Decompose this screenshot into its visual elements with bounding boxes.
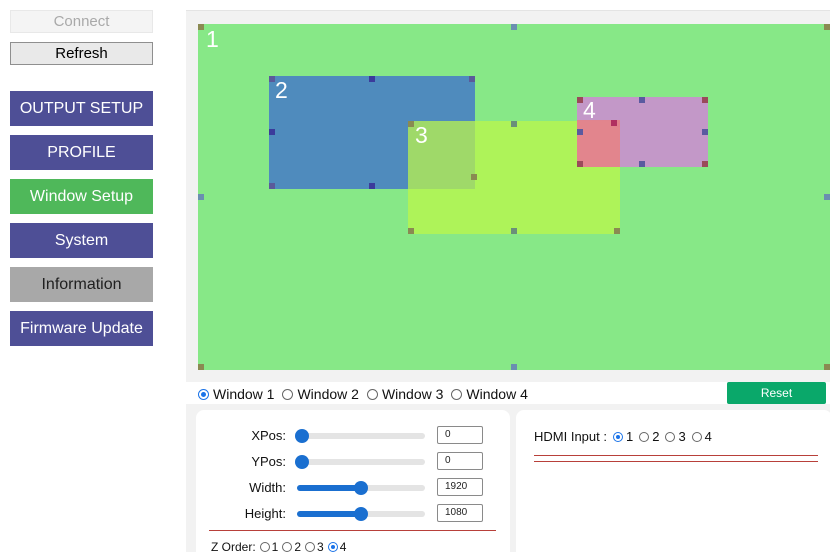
window-2-resize-handle[interactable] xyxy=(369,183,375,189)
reset-button[interactable]: Reset xyxy=(727,382,826,404)
width-slider[interactable] xyxy=(297,481,425,495)
hdmi-input-group: HDMI Input : 1 2 3 4 xyxy=(534,429,712,444)
window-1-label: 1 xyxy=(206,26,219,52)
hdmi-1-radio[interactable] xyxy=(612,431,623,442)
hdmi-4-radio[interactable] xyxy=(691,431,702,442)
window-layout-canvas[interactable]: 1 2 3 4 xyxy=(198,24,830,370)
sidebar-item-profile[interactable]: PROFILE xyxy=(10,135,153,170)
xpos-label: XPos: xyxy=(251,428,286,443)
window-3-resize-handle[interactable] xyxy=(408,121,414,127)
height-slider-fill xyxy=(297,511,361,517)
window-overlap-region xyxy=(577,120,620,167)
hdmi-1-label[interactable]: 1 xyxy=(626,429,633,444)
window-4-resize-handle[interactable] xyxy=(702,129,708,135)
height-slider[interactable] xyxy=(297,507,425,521)
window-3-resize-handle[interactable] xyxy=(614,228,620,234)
refresh-button[interactable]: Refresh xyxy=(10,42,153,65)
height-label: Height: xyxy=(244,506,286,521)
ypos-label: YPos: xyxy=(251,454,286,469)
divider xyxy=(209,530,496,531)
hdmi-4-label[interactable]: 4 xyxy=(705,429,712,444)
sidebar-item-firmware-update[interactable]: Firmware Update xyxy=(10,311,153,346)
width-slider-fill xyxy=(297,485,361,491)
z-order-4-radio[interactable] xyxy=(327,542,338,552)
width-label: Width: xyxy=(249,480,286,495)
window-2-radio[interactable] xyxy=(282,388,294,400)
window-4-radio[interactable] xyxy=(451,388,463,400)
xpos-slider-knob[interactable] xyxy=(295,429,309,443)
sidebar-item-output-setup[interactable]: OUTPUT SETUP xyxy=(10,91,153,126)
sidebar-item-system[interactable]: System xyxy=(10,223,153,258)
window-1-resize-handle[interactable] xyxy=(198,194,204,200)
window-4-resize-handle[interactable] xyxy=(577,161,583,167)
width-slider-knob[interactable] xyxy=(354,481,368,495)
ypos-slider-knob[interactable] xyxy=(295,455,309,469)
window-1-radio[interactable] xyxy=(198,388,209,400)
window-1-resize-handle[interactable] xyxy=(511,364,517,370)
window-2-resize-handle[interactable] xyxy=(269,129,275,135)
window-1-resize-handle[interactable] xyxy=(198,364,204,370)
xpos-slider[interactable] xyxy=(295,429,425,443)
window-4-resize-handle[interactable] xyxy=(611,120,617,126)
window-4-resize-handle[interactable] xyxy=(577,129,583,135)
hdmi-input-label: HDMI Input : xyxy=(534,429,607,444)
divider xyxy=(534,461,818,462)
hdmi-2-radio[interactable] xyxy=(639,431,650,442)
window-3-resize-handle[interactable] xyxy=(471,174,477,180)
sidebar-item-window-setup[interactable]: Window Setup xyxy=(10,179,153,214)
window-1-resize-handle[interactable] xyxy=(824,364,830,370)
window-1-resize-handle[interactable] xyxy=(824,194,830,200)
window-3-resize-handle[interactable] xyxy=(511,121,517,127)
window-2-resize-handle[interactable] xyxy=(269,76,275,82)
z-order-1-radio[interactable] xyxy=(259,542,270,552)
z-order-3-radio[interactable] xyxy=(305,542,316,552)
window-2-resize-handle[interactable] xyxy=(469,76,475,82)
window-2-option-label[interactable]: Window 2 xyxy=(297,386,358,402)
ypos-slider[interactable] xyxy=(295,455,425,469)
window-4-resize-handle[interactable] xyxy=(577,97,583,103)
window-2-resize-handle[interactable] xyxy=(269,183,275,189)
window-1-resize-handle[interactable] xyxy=(198,24,204,30)
window-3-label: 3 xyxy=(415,122,428,148)
connect-button[interactable]: Connect xyxy=(10,10,153,33)
window-4-rect[interactable]: 4 xyxy=(577,97,708,167)
window-3-radio[interactable] xyxy=(366,388,378,400)
divider xyxy=(534,455,818,456)
window-select-group: Window 1 Window 2 Window 3 Window 4 xyxy=(196,384,528,404)
window-3-resize-handle[interactable] xyxy=(408,228,414,234)
window-4-option-label[interactable]: Window 4 xyxy=(466,386,527,402)
width-input[interactable]: 1920 xyxy=(437,478,483,496)
window-4-resize-handle[interactable] xyxy=(702,97,708,103)
window-1-resize-handle[interactable] xyxy=(824,24,830,30)
window-4-resize-handle[interactable] xyxy=(639,161,645,167)
window-4-resize-handle[interactable] xyxy=(639,97,645,103)
sidebar-item-information[interactable]: Information xyxy=(10,267,153,302)
window-1-option-label[interactable]: Window 1 xyxy=(213,386,274,402)
window-2-resize-handle[interactable] xyxy=(369,76,375,82)
height-slider-knob[interactable] xyxy=(354,507,368,521)
window-3-option-label[interactable]: Window 3 xyxy=(382,386,443,402)
window-2-label: 2 xyxy=(275,77,288,103)
window-1-resize-handle[interactable] xyxy=(511,24,517,30)
hdmi-2-label[interactable]: 2 xyxy=(652,429,659,444)
sidebar: Connect Refresh OUTPUT SETUP PROFILE Win… xyxy=(0,0,160,552)
ypos-input[interactable]: 0 xyxy=(437,452,483,470)
hdmi-3-label[interactable]: 3 xyxy=(678,429,685,444)
z-order-2-radio[interactable] xyxy=(282,542,293,552)
window-4-resize-handle[interactable] xyxy=(702,161,708,167)
height-input[interactable]: 1080 xyxy=(437,504,483,522)
xpos-input[interactable]: 0 xyxy=(437,426,483,444)
hdmi-3-radio[interactable] xyxy=(665,431,676,442)
window-3-resize-handle[interactable] xyxy=(511,228,517,234)
